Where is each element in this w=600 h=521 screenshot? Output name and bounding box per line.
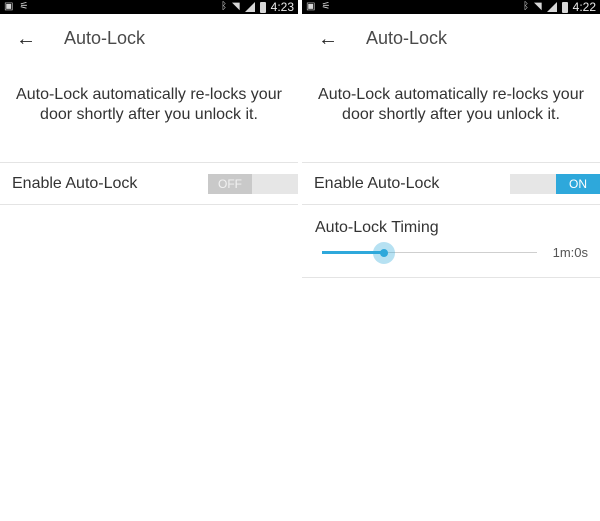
image-icon: ▣ [306,1,316,12]
app-bar: ← Auto-Lock [302,14,600,66]
signal-icon [546,2,557,12]
battery-icon [561,1,568,13]
wifi-icon: ◥ [533,1,542,12]
back-arrow-icon[interactable]: ← [14,25,38,53]
status-time: 4:22 [572,0,596,14]
back-arrow-icon[interactable]: ← [316,25,340,53]
usb-debug-icon: ⚟ [19,1,29,12]
bluetooth-icon: ᛒ [220,1,227,12]
signal-icon [244,2,255,12]
enable-auto-lock-row: Enable Auto-Lock ON [302,162,600,205]
status-time: 4:23 [270,0,294,14]
auto-lock-timing-slider[interactable] [322,242,537,264]
toggle-state-label: OFF [208,174,252,194]
app-bar: ← Auto-Lock [0,14,298,66]
status-bar: ▣ ⚟ ᛒ ◥ 4:23 [0,0,298,14]
usb-debug-icon: ⚟ [321,1,331,12]
image-icon: ▣ [4,1,14,12]
auto-lock-toggle[interactable]: ON [510,174,600,194]
status-bar: ▣ ⚟ ᛒ ◥ 4:22 [302,0,600,14]
auto-lock-timing-value: 1m:0s [552,245,588,260]
enable-auto-lock-label: Enable Auto-Lock [314,175,440,192]
description-text: Auto-Lock automatically re-locks your do… [318,86,584,123]
screen-auto-lock-off: ▣ ⚟ ᛒ ◥ 4:23 ← Auto-Lock Auto-Lock autom… [0,0,298,521]
enable-auto-lock-label: Enable Auto-Lock [12,175,138,192]
enable-auto-lock-row: Enable Auto-Lock OFF [0,162,298,205]
toggle-state-label: ON [556,174,600,194]
wifi-icon: ◥ [231,1,240,12]
page-title: Auto-Lock [64,28,146,48]
auto-lock-toggle[interactable]: OFF [208,174,298,194]
screen-auto-lock-on: ▣ ⚟ ᛒ ◥ 4:22 ← Auto-Lock Auto-Lock autom… [302,0,600,521]
page-title: Auto-Lock [366,28,448,48]
auto-lock-timing-label: Auto-Lock Timing [315,219,439,236]
slider-thumb[interactable] [373,242,396,264]
battery-icon [259,1,266,13]
auto-lock-timing-row: Auto-Lock Timing 1m:0s [302,205,600,278]
description-text: Auto-Lock automatically re-locks your do… [16,86,282,123]
bluetooth-icon: ᛒ [522,1,529,12]
